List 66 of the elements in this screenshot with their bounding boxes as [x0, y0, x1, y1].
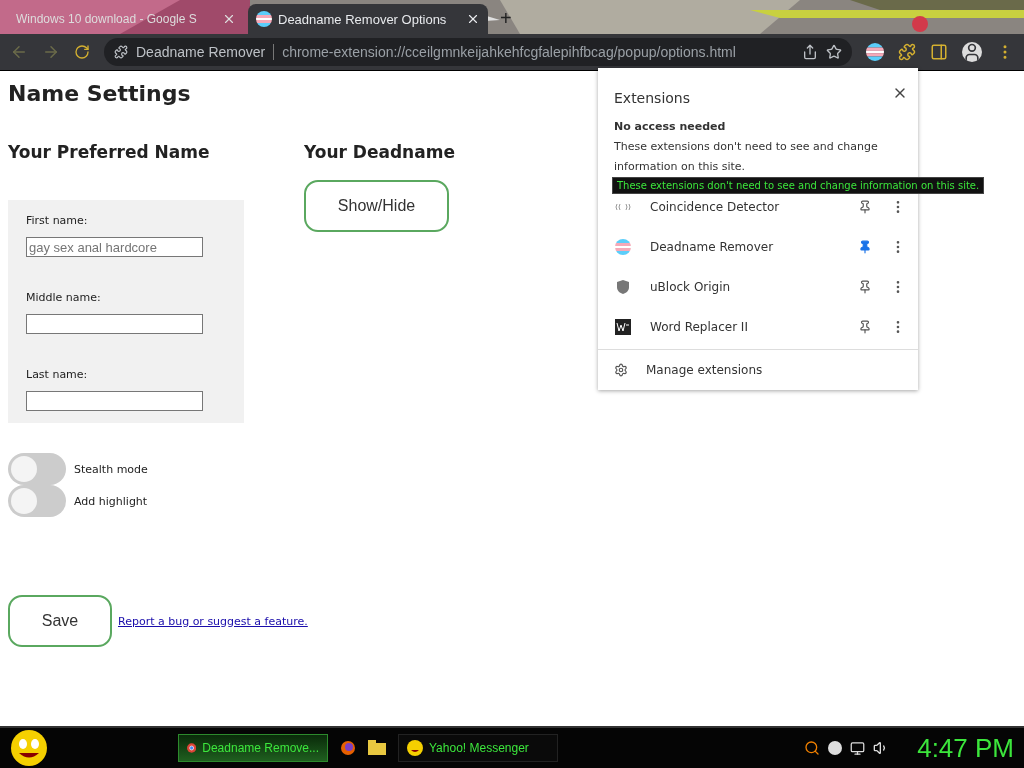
toggle-switch[interactable]: [8, 485, 66, 517]
browser-icon: [340, 740, 356, 756]
close-icon: [466, 12, 480, 26]
letters-icon: [615, 319, 631, 335]
section-heading: Your Deadname: [304, 142, 456, 162]
share-icon: [802, 44, 818, 60]
new-tab-button[interactable]: +: [492, 4, 520, 34]
flag-icon: [615, 239, 631, 255]
network-icon: [850, 740, 866, 756]
toggle-switch[interactable]: [8, 453, 66, 485]
section-description: These extensions don't need to see and change information on this site.: [613, 139, 879, 175]
puzzle-icon: [114, 45, 128, 59]
extensions-icon[interactable]: [898, 43, 916, 61]
manage-label: Manage extensions: [646, 363, 763, 377]
toggle-label: Add highlight: [74, 494, 148, 508]
field-label: First name:: [26, 214, 89, 227]
extension-button[interactable]: [866, 43, 884, 61]
reload-icon[interactable]: [74, 44, 90, 60]
popup-title: Extensions: [614, 90, 691, 106]
manage-extensions-item[interactable]: Manage extensions: [598, 349, 918, 390]
waves-icon: [615, 203, 631, 211]
browser-tab[interactable]: Deadname Remover Options: [248, 4, 488, 34]
pin-icon: [858, 320, 872, 334]
pin-button[interactable]: [858, 200, 872, 214]
star-icon: [826, 44, 842, 60]
section-title: No access needed: [613, 119, 727, 135]
show-hide-button[interactable]: Show/Hide: [304, 180, 449, 232]
extension-item[interactable]: uBlock Origin: [598, 267, 918, 307]
smiley-start-button[interactable]: [10, 729, 48, 767]
save-button[interactable]: Save: [8, 595, 112, 647]
search-icon: [804, 740, 821, 756]
pin-icon: [858, 200, 872, 214]
chat-icon: [828, 741, 843, 755]
close-icon: [222, 12, 236, 26]
address-bar[interactable]: Deadname Remover chrome-extension://cceilgmnkeijahkehfcgfalepihfbcag/popup/options.html: [104, 38, 852, 66]
field-label: Middle name:: [26, 291, 102, 304]
side-panel-icon[interactable]: [930, 43, 948, 61]
taskbar-button[interactable]: Deadname Remove...: [178, 734, 328, 762]
flag-icon: [866, 43, 884, 61]
pin-button[interactable]: [858, 320, 872, 334]
report-link[interactable]: Report a bug or suggest a feature.: [118, 614, 308, 628]
tooltip: These extensions don't need to see and change information on this site.: [612, 177, 985, 194]
extension-item[interactable]: Deadname Remover: [598, 227, 918, 267]
field-label: Last name:: [26, 368, 89, 381]
page-title: Name Settings: [8, 81, 191, 106]
taskbar-button[interactable]: Yahoo! Messenger: [398, 734, 558, 762]
pin-button[interactable]: [858, 240, 872, 254]
folder-icon: [368, 740, 386, 756]
gear-icon: [614, 363, 628, 377]
toggle-label: Stealth mode: [74, 462, 148, 476]
pin-icon: [858, 240, 872, 254]
text-field[interactable]: [26, 314, 203, 334]
smiley-icon: [407, 740, 423, 756]
pin-button[interactable]: [858, 280, 872, 294]
clock: 4:47 PM: [917, 732, 1014, 764]
profile-icon[interactable]: [962, 42, 982, 62]
url-text: chrome-extension://cceilgmnkeijahkehfcgfalepihfbcag/popup/options.html: [282, 44, 737, 60]
section-heading: Your Preferred Name: [8, 142, 211, 162]
shield-icon: [615, 279, 631, 295]
text-field[interactable]: gay sex anal hardcore: [26, 237, 203, 257]
pin-icon: [858, 280, 872, 294]
text-field[interactable]: [26, 391, 203, 411]
site-name: Deadname Remover: [136, 44, 266, 60]
extension-item[interactable]: Word Replacer II: [598, 307, 918, 347]
browser-icon: [187, 741, 197, 755]
flag-icon: [256, 11, 272, 27]
